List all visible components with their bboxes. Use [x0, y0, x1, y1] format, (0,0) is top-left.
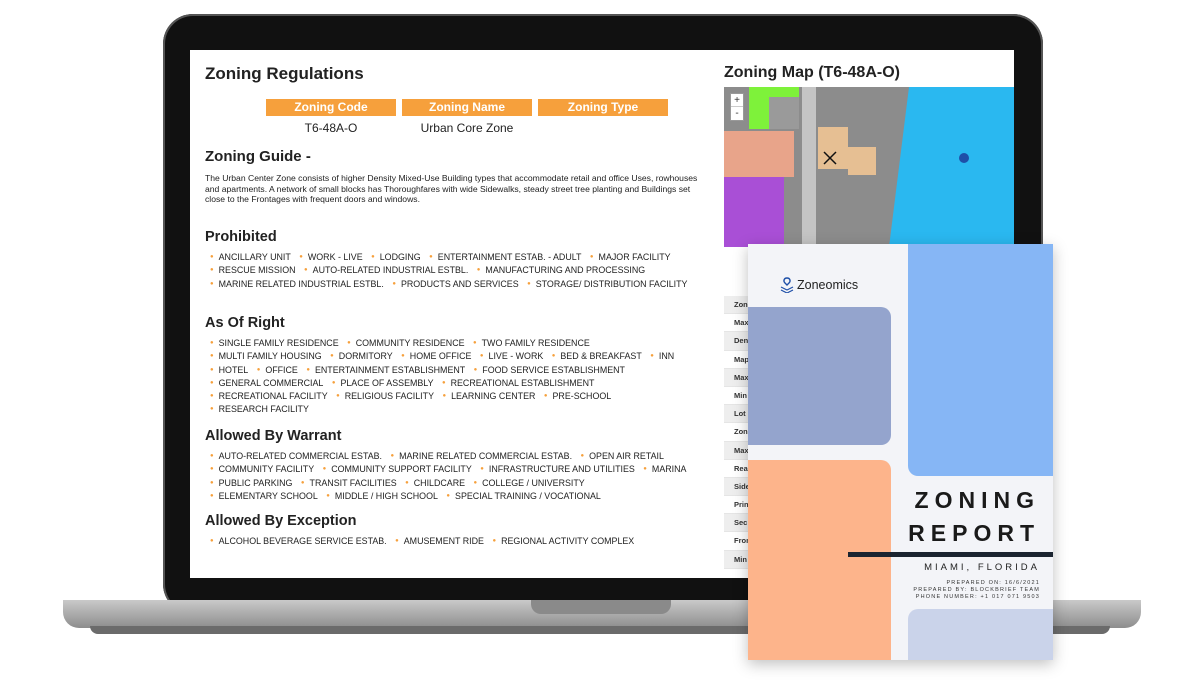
use-item: COMMUNITY SUPPORT FACILITY — [323, 464, 472, 474]
category-title: Allowed By Exception — [205, 513, 357, 529]
zoning-code-header: Zoning Code — [266, 99, 396, 116]
use-item: RECREATIONAL ESTABLISHMENT — [442, 378, 594, 388]
use-item: SPECIAL TRAINING / VOCATIONAL — [446, 491, 600, 501]
use-item: HOME OFFICE — [401, 351, 471, 361]
use-item: ENTERTAINMENT ESTABLISHMENT — [306, 365, 465, 375]
category-list: ANCILLARY UNIT WORK - LIVE LODGING ENTER… — [210, 251, 705, 291]
brand-name: Zoneomics — [797, 278, 859, 292]
report-blue-block — [908, 244, 1053, 476]
zoning-type-header: Zoning Type — [538, 99, 668, 116]
zoning-report-cover: Zoneomics ZONING REPORT MIAMI, FLORIDA P… — [748, 244, 1053, 660]
zoneomics-logo-icon — [780, 277, 794, 293]
zone-salmon — [724, 131, 794, 177]
use-item: RECREATIONAL FACILITY — [210, 391, 328, 401]
zoning-name-header: Zoning Name — [402, 99, 532, 116]
report-phone: PHONE NUMBER: +1 017 071 9503 — [915, 594, 1040, 600]
use-item: PRODUCTS AND SERVICES — [392, 279, 518, 289]
use-item: OPEN AIR RETAIL — [581, 451, 664, 461]
report-prepared-by: PREPARED BY: BLOCKBRIEF TEAM — [913, 587, 1040, 593]
zoning-code-value: T6-48A-O — [304, 121, 358, 135]
use-item: TWO FAMILY RESIDENCE — [473, 338, 590, 348]
zoning-regulations-panel: Zoning Regulations Zoning Code T6-48A-O … — [205, 64, 715, 546]
use-item: ENTERTAINMENT ESTAB. - ADULT — [429, 252, 581, 262]
report-title-line1: ZONING — [914, 487, 1040, 513]
use-item: LEARNING CENTER — [442, 391, 535, 401]
use-item: ANCILLARY UNIT — [210, 252, 291, 262]
zoneomics-logo: Zoneomics — [780, 277, 858, 293]
category-title: Allowed By Warrant — [205, 428, 342, 444]
use-item: INFRASTRUCTURE AND UTILITIES — [480, 464, 635, 474]
category-title: Prohibited — [205, 229, 277, 245]
use-item: RESEARCH FACILITY — [210, 404, 309, 414]
use-item: LODGING — [371, 252, 421, 262]
use-item: MAJOR FACILITY — [590, 252, 671, 262]
use-item: INN — [650, 351, 674, 361]
map-canvas — [724, 87, 1014, 247]
use-item: MARINA — [643, 464, 686, 474]
use-item: MARINE RELATED INDUSTRIAL ESTBL. — [210, 279, 384, 289]
report-slate-block — [748, 307, 891, 445]
use-item: RELIGIOUS FACILITY — [336, 391, 434, 401]
use-item: MANUFACTURING AND PROCESSING — [477, 265, 645, 275]
use-item: MULTI FAMILY HOUSING — [210, 351, 322, 361]
use-item: PUBLIC PARKING — [210, 478, 292, 488]
use-item: BED & BREAKFAST — [552, 351, 642, 361]
report-title-line2: REPORT — [908, 520, 1040, 546]
use-item: STORAGE/ DISTRIBUTION FACILITY — [527, 279, 687, 289]
category-title: As Of Right — [205, 315, 285, 331]
zoning-map[interactable]: + - — [724, 87, 1014, 247]
use-item: RESCUE MISSION — [210, 265, 296, 275]
use-item: AMUSEMENT RIDE — [395, 536, 484, 546]
zoning-name-value: Urban Core Zone — [420, 121, 514, 135]
use-item: WORK - LIVE — [299, 252, 362, 262]
use-item: AUTO-RELATED COMMERCIAL ESTAB. — [210, 451, 382, 461]
use-item: REGIONAL ACTIVITY COMPLEX — [492, 536, 634, 546]
zoning-code-column: Zoning Code T6-48A-O — [266, 99, 396, 135]
use-item: PLACE OF ASSEMBLY — [332, 378, 434, 388]
zoning-map-title: Zoning Map (T6-48A-O) — [724, 64, 900, 81]
laptop-notch — [531, 600, 671, 614]
zoning-guide-title: Zoning Guide - — [205, 148, 311, 165]
use-item: MARINE RELATED COMMERCIAL ESTAB. — [390, 451, 572, 461]
report-lavender-block — [908, 609, 1053, 660]
category-list: AUTO-RELATED COMMERCIAL ESTAB. MARINE RE… — [210, 450, 705, 503]
zone-purple — [724, 177, 784, 247]
report-prepared-on: PREPARED ON: 16/6/2021 — [946, 580, 1040, 586]
use-item: ELEMENTARY SCHOOL — [210, 491, 318, 501]
zoom-out-button[interactable]: - — [731, 107, 743, 120]
zoning-type-column: Zoning Type — [538, 99, 668, 135]
use-item: FOOD SERVICE ESTABLISHMENT — [474, 365, 625, 375]
use-item: AUTO-RELATED INDUSTRIAL ESTBL. — [304, 265, 468, 275]
use-item: CHILDCARE — [405, 478, 465, 488]
report-city: MIAMI, FLORIDA — [924, 562, 1040, 573]
zoning-guide-text: The Urban Center Zone consists of higher… — [205, 173, 698, 204]
use-item: COMMUNITY RESIDENCE — [347, 338, 464, 348]
map-zoom-control: + - — [730, 93, 744, 121]
use-item: DORMITORY — [330, 351, 393, 361]
use-item: SINGLE FAMILY RESIDENCE — [210, 338, 339, 348]
use-item: TRANSIT FACILITIES — [301, 478, 397, 488]
use-item: MIDDLE / HIGH SCHOOL — [326, 491, 438, 501]
use-item: OFFICE — [257, 365, 298, 375]
category-list: SINGLE FAMILY RESIDENCE COMMUNITY RESIDE… — [210, 337, 705, 417]
use-item: GENERAL COMMERCIAL — [210, 378, 323, 388]
use-item: COLLEGE / UNIVERSITY — [474, 478, 585, 488]
zoning-regulations-title: Zoning Regulations — [205, 64, 364, 83]
use-item: HOTEL — [210, 365, 248, 375]
report-title-underline — [848, 552, 1053, 557]
use-item: COMMUNITY FACILITY — [210, 464, 314, 474]
use-item: PRE-SCHOOL — [544, 391, 611, 401]
zoom-in-button[interactable]: + — [731, 94, 743, 107]
map-pin-icon — [959, 153, 969, 163]
use-item: ALCOHOL BEVERAGE SERVICE ESTAB. — [210, 536, 387, 546]
zone-cyan — [889, 87, 1014, 247]
category-list: ALCOHOL BEVERAGE SERVICE ESTAB. AMUSEMEN… — [210, 535, 705, 548]
zoning-code-table: Zoning Code T6-48A-O Zoning Name Urban C… — [266, 99, 668, 135]
product-mockup: Zoning Regulations Zoning Code T6-48A-O … — [0, 0, 1186, 683]
use-item: LIVE - WORK — [480, 351, 543, 361]
zoning-name-column: Zoning Name Urban Core Zone — [402, 99, 532, 135]
